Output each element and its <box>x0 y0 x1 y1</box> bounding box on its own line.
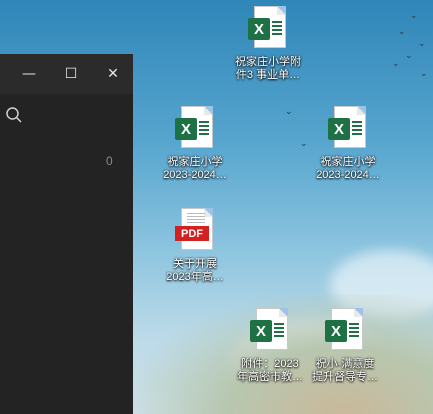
excel-file-icon: X <box>175 106 215 152</box>
file-label: 祝家庄小学 2023-2024… <box>163 156 227 181</box>
excel-file-icon: X <box>248 6 288 52</box>
maximize-button[interactable]: ☐ <box>51 54 91 94</box>
bird-icon: ⌄ <box>398 27 406 37</box>
window-content <box>0 94 133 414</box>
bird-icon: ⌄ <box>405 51 413 61</box>
title-bar[interactable]: — ☐ ✕ <box>0 54 133 94</box>
file-label: 附件：2023 年高密市教… <box>237 358 303 383</box>
file-label: 祝家庄小学附 件3 事业单… <box>235 56 301 81</box>
desktop-icon-excel[interactable]: X 祝小-满意度 提升督导专… <box>305 308 385 384</box>
file-label: 关于开展 2023年高… <box>166 258 224 283</box>
close-icon: ✕ <box>107 66 119 82</box>
file-label: 祝小-满意度 提升督导专… <box>312 358 378 383</box>
desktop-icon-excel[interactable]: X 祝家庄小学 2023-2024… <box>155 106 235 182</box>
bird-icon: ⌄ <box>285 107 293 117</box>
desktop-icon-pdf[interactable]: PDF 关于开展 2023年高… <box>155 208 235 284</box>
desktop-icon-excel[interactable]: X 祝家庄小学附 件3 事业单… <box>228 6 308 82</box>
item-count: 0 <box>106 154 113 168</box>
bird-icon: ⌄ <box>300 139 308 149</box>
maximize-icon: ☐ <box>64 66 78 82</box>
bird-icon: ⌄ <box>410 11 418 21</box>
bird-icon: ⌄ <box>420 69 428 79</box>
desktop-icon-excel[interactable]: X 祝家庄小学 2023-2024… <box>308 106 388 182</box>
bird-icon: ⌄ <box>418 39 426 49</box>
search-icon <box>6 107 22 123</box>
minimize-icon: — <box>22 66 36 82</box>
file-label: 祝家庄小学 2023-2024… <box>316 156 380 181</box>
desktop-icon-excel[interactable]: X 附件：2023 年高密市教… <box>230 308 310 384</box>
excel-file-icon: X <box>328 106 368 152</box>
excel-file-icon: X <box>325 308 365 354</box>
app-window[interactable]: — ☐ ✕ 0 <box>0 54 133 414</box>
excel-file-icon: X <box>250 308 290 354</box>
pdf-file-icon: PDF <box>175 208 215 254</box>
search-button[interactable] <box>5 106 23 124</box>
minimize-button[interactable]: — <box>9 54 49 94</box>
bird-icon: ⌄ <box>392 59 400 69</box>
close-button[interactable]: ✕ <box>93 54 133 94</box>
